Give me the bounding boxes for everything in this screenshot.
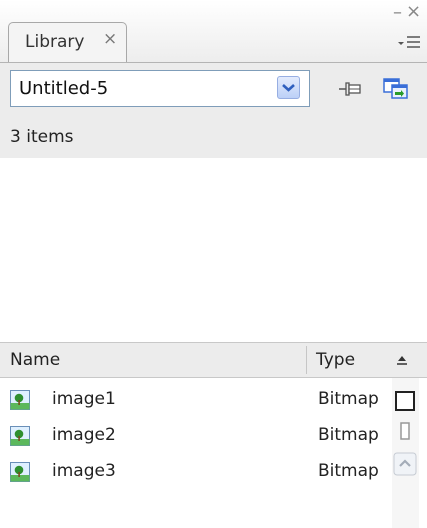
bitmap-icon [10, 426, 30, 446]
tab-close-icon[interactable]: × [103, 29, 117, 49]
narrow-view-icon[interactable] [393, 420, 417, 444]
item-type: Bitmap [318, 425, 379, 445]
column-type-header[interactable]: Type [316, 350, 355, 370]
item-type: Bitmap [318, 461, 379, 481]
minimize-icon[interactable]: – [393, 2, 402, 23]
sort-order-icon[interactable] [393, 351, 411, 369]
bitmap-icon [10, 390, 30, 410]
list-item[interactable]: image2 Bitmap [0, 418, 388, 454]
wide-view-icon[interactable] [393, 389, 417, 413]
column-divider[interactable] [306, 346, 307, 374]
library-select[interactable]: Untitled-5 [10, 70, 310, 107]
tab-library-label: Library [25, 32, 85, 52]
item-name: image2 [52, 425, 116, 445]
library-select-value: Untitled-5 [19, 78, 109, 99]
panel-title-bar: Library × – × [0, 0, 427, 62]
item-name: image3 [52, 461, 116, 481]
close-icon[interactable]: × [406, 1, 421, 22]
scroll-up-icon[interactable] [393, 452, 417, 476]
bitmap-icon [10, 462, 30, 482]
panel-menu-icon[interactable] [397, 33, 421, 51]
pin-icon[interactable] [338, 78, 362, 100]
item-count: 3 items [10, 127, 74, 147]
chevron-down-icon[interactable] [277, 76, 300, 99]
preview-area [0, 158, 427, 341]
list-item[interactable]: image3 Bitmap [0, 454, 388, 490]
list-item[interactable]: image1 Bitmap [0, 382, 388, 418]
new-library-panel-icon[interactable] [383, 78, 409, 100]
column-name-header[interactable]: Name [10, 350, 60, 370]
item-type: Bitmap [318, 389, 379, 409]
column-header: Name Type [0, 342, 427, 378]
item-name: image1 [52, 389, 116, 409]
tab-library[interactable]: Library × [8, 22, 127, 62]
